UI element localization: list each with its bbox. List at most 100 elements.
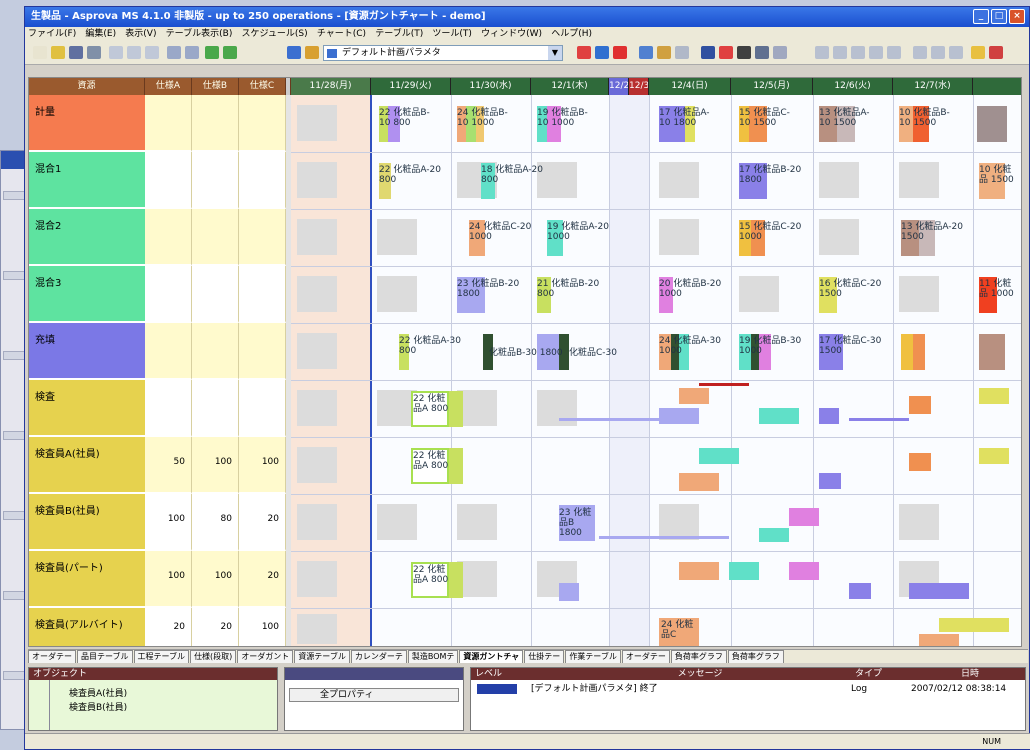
operation-bar[interactable] [979, 388, 1009, 404]
run-schedule-icon[interactable] [287, 46, 301, 59]
close-button[interactable]: × [1009, 9, 1025, 24]
grid-icon[interactable] [931, 46, 945, 59]
find-icon[interactable] [773, 46, 787, 59]
tab-bom-table[interactable]: 製造BOMテ [407, 650, 459, 663]
spec-cell[interactable] [192, 95, 239, 152]
resource-label[interactable]: 検査 [29, 380, 145, 437]
operation-bar[interactable] [449, 562, 463, 598]
operation-bar[interactable] [913, 334, 925, 370]
operation-bar[interactable] [659, 408, 699, 424]
open-icon[interactable] [51, 46, 65, 59]
settings-icon[interactable] [737, 46, 751, 59]
spec-cell[interactable] [192, 323, 239, 380]
resource-label[interactable]: 計量 [29, 95, 145, 152]
message-col-message[interactable]: メッセージ [545, 668, 855, 680]
new-icon[interactable] [33, 46, 47, 59]
menu-table[interactable]: テーブル(T) [375, 29, 423, 39]
spec-cell[interactable] [239, 152, 286, 209]
operation-bar[interactable] [679, 562, 719, 580]
spec-a-value[interactable]: 100 [145, 494, 192, 551]
menu-tools[interactable]: ツール(T) [432, 29, 472, 39]
tab-resource-gantt[interactable]: 資源ガントチャ [459, 650, 524, 663]
spec-cell[interactable] [239, 209, 286, 266]
message-col-time[interactable]: 日時 [915, 668, 1025, 680]
tab-work-table[interactable]: 作業テーブル [565, 650, 621, 663]
resource-label[interactable]: 混合2 [29, 209, 145, 266]
operation-bar[interactable] [789, 562, 819, 580]
chevron-down-icon[interactable]: ▼ [548, 46, 562, 60]
property-tab[interactable]: 全プロパティ [289, 688, 459, 702]
operation-bar[interactable] [759, 528, 789, 542]
tree-item[interactable]: 検査員A(社員) [69, 686, 127, 699]
spec-cell[interactable] [145, 209, 192, 266]
tab-calendar-table[interactable]: カレンダーテ [350, 650, 407, 663]
spec-c-value[interactable]: 20 [239, 494, 286, 551]
spec-cell[interactable] [145, 323, 192, 380]
param-icon[interactable] [305, 46, 319, 59]
layout-icon[interactable] [833, 46, 847, 59]
reschedule-icon[interactable] [577, 46, 591, 59]
resource-label[interactable]: 充填 [29, 323, 145, 380]
arrow-icon[interactable] [595, 46, 609, 59]
spec-cell[interactable] [239, 323, 286, 380]
align-icon[interactable] [639, 46, 653, 59]
spec-cell[interactable] [192, 266, 239, 323]
spec-cell[interactable] [239, 266, 286, 323]
minimize-button[interactable]: _ [973, 9, 989, 24]
tree-item[interactable]: 検査員B(社員) [69, 700, 127, 713]
spec-a-column-header[interactable]: 仕様A [145, 78, 192, 95]
resource-label[interactable]: 検査員(アルバイト) [29, 608, 145, 646]
layout-icon[interactable] [887, 46, 901, 59]
cut-icon[interactable] [109, 46, 123, 59]
operation-bar[interactable] [979, 334, 1005, 370]
tab-load-graph[interactable]: 負荷率グラフ [670, 650, 727, 663]
spec-a-value[interactable]: 100 [145, 551, 192, 608]
spec-b-value[interactable]: 100 [192, 437, 239, 494]
operation-bar[interactable] [901, 334, 913, 370]
spec-c-value[interactable]: 100 [239, 608, 286, 646]
menu-chart[interactable]: チャート(C) [317, 29, 366, 39]
resource-label[interactable]: 混合3 [29, 266, 145, 323]
operation-bar[interactable] [977, 106, 1007, 142]
spec-cell[interactable] [192, 152, 239, 209]
filter-icon[interactable] [675, 46, 689, 59]
menu-table-view[interactable]: テーブル表示(B) [166, 29, 233, 39]
spec-cell[interactable] [145, 152, 192, 209]
resource-column-header[interactable]: 資源 [29, 78, 145, 95]
spec-cell[interactable] [239, 380, 286, 437]
operation-bar[interactable] [979, 448, 1009, 464]
resource-label[interactable]: 混合1 [29, 152, 145, 209]
spec-c-value[interactable]: 100 [239, 437, 286, 494]
spec-cell[interactable] [239, 95, 286, 152]
layout-icon[interactable] [815, 46, 829, 59]
spec-c-column-header[interactable]: 仕様C [239, 78, 286, 95]
layout-icon[interactable] [869, 46, 883, 59]
operation-bar[interactable] [909, 453, 931, 471]
tab-order-gantt[interactable]: オーダガント [237, 650, 294, 663]
graph-icon[interactable] [989, 46, 1003, 59]
back-icon[interactable] [205, 46, 219, 59]
tab-order-table-2[interactable]: オーダテー [621, 650, 670, 663]
operation-bar[interactable] [909, 583, 969, 599]
operation-bar[interactable] [819, 408, 839, 424]
resource-label[interactable]: 検査員B(社員) [29, 494, 145, 551]
forward-icon[interactable] [223, 46, 237, 59]
operation-bar[interactable] [819, 473, 841, 489]
save-icon[interactable] [69, 46, 83, 59]
tab-resource-table[interactable]: 資源テーブル [294, 650, 350, 663]
operation-bar[interactable] [559, 583, 579, 601]
paste-icon[interactable] [145, 46, 159, 59]
menu-schedule[interactable]: スケジュール(S) [242, 29, 308, 39]
operation-bar[interactable] [909, 396, 931, 414]
spec-cell[interactable] [145, 95, 192, 152]
operation-bar[interactable] [699, 448, 739, 464]
spec-cell[interactable] [145, 380, 192, 437]
menu-window[interactable]: ウィンドウ(W) [481, 29, 542, 39]
spec-c-value[interactable]: 20 [239, 551, 286, 608]
spec-b-value[interactable]: 100 [192, 551, 239, 608]
spec-b-value[interactable]: 20 [192, 608, 239, 646]
message-col-type[interactable]: タイプ [855, 668, 915, 680]
resource-label[interactable]: 検査員A(社員) [29, 437, 145, 494]
message-col-level[interactable]: レベル [475, 668, 545, 680]
tab-item-table[interactable]: 品目テーブル [77, 650, 133, 663]
